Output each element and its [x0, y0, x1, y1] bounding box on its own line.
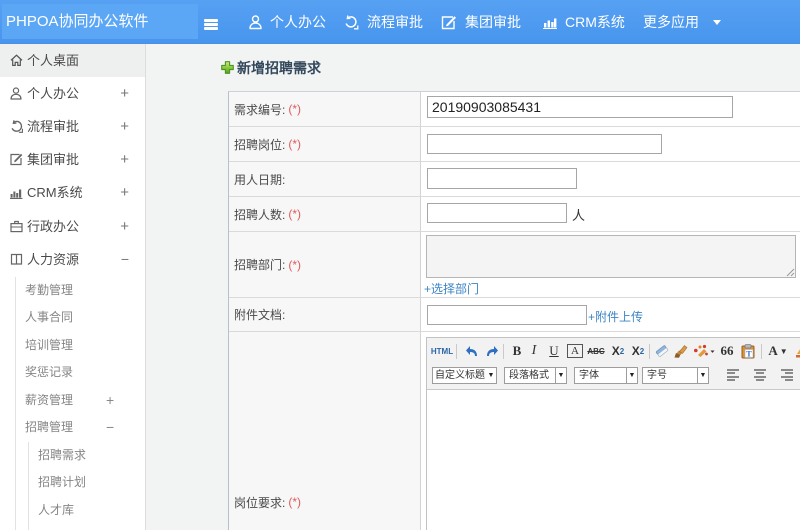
svg-text:T: T [746, 348, 752, 358]
